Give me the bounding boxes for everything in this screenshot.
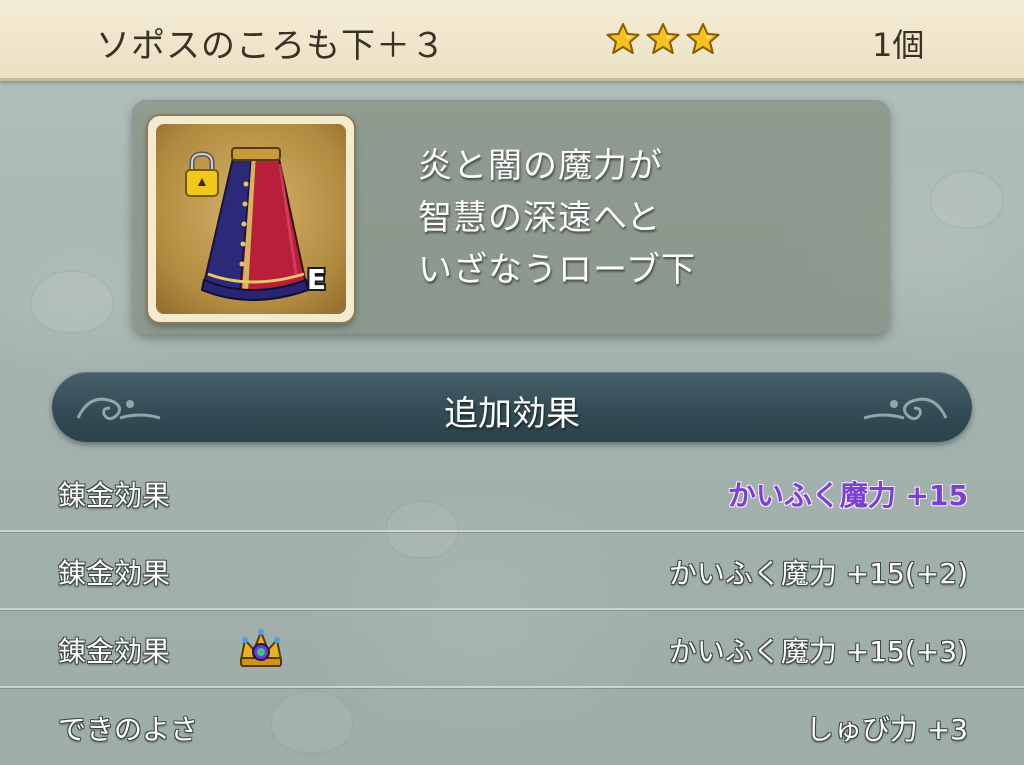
- crown-icon: [240, 629, 282, 667]
- item-header: ソポスのころも下＋３ 1個: [0, 0, 1024, 81]
- effect-value: かいふく魔力 +15(+3): [668, 635, 968, 668]
- section-banner: 追加効果: [52, 372, 972, 442]
- rarity-stars: [606, 22, 720, 56]
- lock-icon: [185, 151, 219, 197]
- star-icon: [646, 23, 680, 54]
- row-divider: [0, 530, 1024, 532]
- bg-slime-decoration: [30, 270, 114, 334]
- effect-label: 錬金効果: [58, 557, 171, 590]
- section-title: 追加効果: [444, 394, 580, 434]
- description-line: 智慧の深遠へと: [418, 198, 662, 238]
- item-description: 炎と闇の魔力が 智慧の深遠へと いざなうローブ下: [418, 140, 696, 296]
- row-divider: [0, 608, 1024, 610]
- effect-value: かいふく魔力 +15(+2): [668, 557, 968, 590]
- item-name: ソポスのころも下＋３: [96, 26, 446, 66]
- star-icon: [686, 23, 720, 54]
- effect-label: 錬金効果: [58, 479, 171, 512]
- effect-label: 錬金効果: [58, 635, 171, 668]
- effect-row: 錬金効果 かいふく魔力 +15(+3): [0, 612, 1024, 690]
- effect-row: できのよさ しゅび力 +3: [0, 690, 1024, 765]
- effect-value: しゅび力 +3: [805, 713, 968, 746]
- description-line: 炎と闇の魔力が: [418, 146, 663, 186]
- effect-value: かいふく魔力 +15: [727, 479, 968, 512]
- effect-row: 錬金効果 かいふく魔力 +15: [0, 456, 1024, 534]
- description-line: いざなうローブ下: [418, 250, 696, 290]
- item-icon-frame[interactable]: E: [148, 116, 354, 322]
- effect-row: 錬金効果 かいふく魔力 +15(+2): [0, 534, 1024, 612]
- flourish-right-icon: [863, 397, 948, 421]
- equipped-badge: E: [306, 263, 326, 296]
- effect-label: できのよさ: [58, 713, 199, 746]
- item-count: 1個: [872, 26, 925, 64]
- row-divider: [0, 686, 1024, 688]
- star-icon: [606, 23, 640, 54]
- bg-slime-decoration: [930, 170, 1004, 229]
